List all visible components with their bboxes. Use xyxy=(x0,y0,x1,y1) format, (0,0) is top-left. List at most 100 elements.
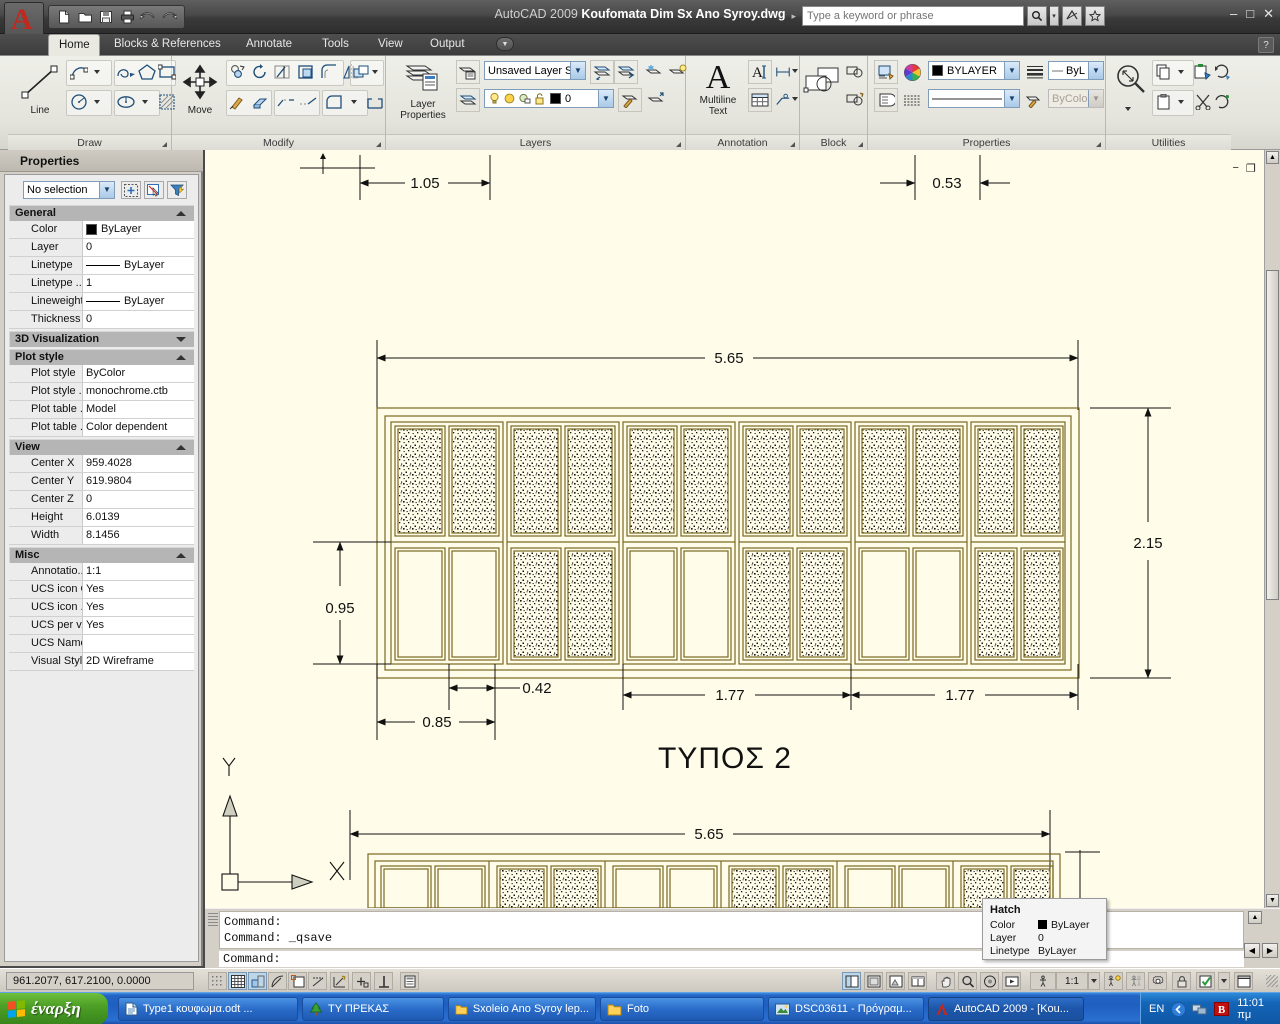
help-button[interactable]: ? xyxy=(1258,37,1274,53)
panel-draw-expand-arrow[interactable] xyxy=(157,142,167,147)
property-row-center-x[interactable]: Center X 959.4028 xyxy=(9,455,194,473)
panel-block-expand-arrow[interactable] xyxy=(853,142,863,147)
erase-icon[interactable] xyxy=(249,91,271,113)
object-snap-toggle[interactable] xyxy=(288,972,307,990)
property-row-plot-table-type[interactable]: Plot table ... Color dependent xyxy=(9,419,194,437)
property-row-height[interactable]: Height 6.0139 xyxy=(9,509,194,527)
panel-layers-expand-arrow[interactable] xyxy=(671,142,681,147)
copy-clip-icon[interactable] xyxy=(1153,61,1175,83)
minimize-button[interactable]: – xyxy=(1230,7,1237,20)
break-icon[interactable] xyxy=(275,91,297,113)
properties-match-icon[interactable] xyxy=(874,60,898,84)
scroll-up-arrow-icon[interactable]: ▲ xyxy=(1248,911,1262,924)
quick-view-drawings-button[interactable] xyxy=(886,972,905,990)
search-icon[interactable] xyxy=(1027,6,1047,26)
layer-make-current-icon[interactable] xyxy=(614,60,638,84)
property-row-plot-table-attached[interactable]: Plot table ... Model xyxy=(9,401,194,419)
insert-block-button[interactable] xyxy=(802,64,846,103)
command-line-grip[interactable] xyxy=(208,913,218,927)
property-value[interactable] xyxy=(83,635,194,652)
model-layout-button[interactable] xyxy=(842,972,861,990)
taskbar-item-0[interactable]: Type1 κουφωμα.odt ... xyxy=(118,997,298,1021)
category-general[interactable]: General xyxy=(9,205,194,221)
table-icon[interactable] xyxy=(748,88,772,112)
properties-list-icon[interactable] xyxy=(874,88,898,112)
copy-icon[interactable] xyxy=(227,61,249,83)
property-value[interactable]: 0 xyxy=(83,311,194,328)
quick-select-button[interactable] xyxy=(121,181,141,199)
property-row-linetype[interactable]: Linetype ByLayer xyxy=(9,257,194,275)
paste-special-icon[interactable] xyxy=(1212,91,1234,113)
layer-name-combo[interactable]: 0 ▼ xyxy=(484,89,614,108)
scroll-up-arrow-icon[interactable]: ▲ xyxy=(1266,151,1279,164)
lineweight-toggle[interactable] xyxy=(374,972,393,990)
property-value[interactable]: ByLayer xyxy=(83,257,194,274)
circle-chevron-down-icon[interactable] xyxy=(90,91,104,113)
search-input[interactable] xyxy=(802,6,1024,26)
scrollbar-thumb[interactable] xyxy=(1266,270,1279,600)
ribbon-overflow-chevron-down-icon[interactable]: ▼ xyxy=(496,37,514,51)
dynamic-input-toggle[interactable] xyxy=(352,972,371,990)
multileader-chevron-down-icon[interactable] xyxy=(790,88,800,110)
property-value[interactable]: 1:1 xyxy=(83,563,194,580)
select-objects-button[interactable] xyxy=(144,181,164,199)
clipboard-icon[interactable] xyxy=(1153,91,1175,113)
category-plot-style[interactable]: Plot style xyxy=(9,349,194,365)
layout-tabs-button[interactable] xyxy=(908,972,927,990)
property-row-linetype-scale[interactable]: Linetype ... 1 xyxy=(9,275,194,293)
annotation-scale-value[interactable]: 1:1 xyxy=(1056,972,1088,990)
ortho-mode-toggle[interactable] xyxy=(248,972,267,990)
quick-view-layouts-button[interactable] xyxy=(864,972,883,990)
match-properties-icon[interactable] xyxy=(227,91,249,113)
property-value[interactable]: 8.1456 xyxy=(83,527,194,544)
taskbar-item-1[interactable]: ΤΥ ΠΡΕΚΑΣ xyxy=(302,997,444,1021)
tab-annotate[interactable]: Annotate xyxy=(236,34,302,56)
line-button[interactable]: Line xyxy=(16,62,64,116)
create-block-icon[interactable] xyxy=(844,61,866,83)
panel-annotation-expand-arrow[interactable] xyxy=(785,142,795,147)
tab-blocks-references[interactable]: Blocks & References xyxy=(104,34,231,56)
drawing-status-bar-icon[interactable] xyxy=(1196,972,1215,990)
layer-match-icon[interactable] xyxy=(618,88,642,112)
circle-icon[interactable] xyxy=(68,91,90,113)
property-value[interactable]: Yes xyxy=(83,599,194,616)
property-value[interactable]: Yes xyxy=(83,617,194,634)
taskbar-item-3[interactable]: Foto xyxy=(600,997,764,1021)
tab-home[interactable]: Home xyxy=(48,34,100,57)
infer-constraints-toggle[interactable] xyxy=(208,972,227,990)
multiline-text-button[interactable]: A Multiline Text xyxy=(690,58,746,117)
auto-scale-toggle[interactable] xyxy=(1126,972,1145,990)
property-value[interactable]: 959.4028 xyxy=(83,455,194,472)
property-value[interactable]: 0 xyxy=(83,239,194,256)
move-button[interactable]: Move xyxy=(176,62,224,116)
edit-block-icon[interactable] xyxy=(844,89,866,111)
property-row-color[interactable]: Color ByLayer xyxy=(9,221,194,239)
rotate-icon[interactable] xyxy=(249,61,271,83)
language-indicator[interactable]: EN xyxy=(1149,1003,1164,1015)
dimension-chevron-down-icon[interactable] xyxy=(790,60,800,82)
property-value[interactable]: ByLayer xyxy=(83,293,194,310)
resize-grip[interactable] xyxy=(1266,975,1278,987)
property-row-center-y[interactable]: Center Y 619.9804 xyxy=(9,473,194,491)
taskbar-item-4[interactable]: DSC03611 - Πρόγραμ... xyxy=(768,997,924,1021)
category-view[interactable]: View xyxy=(9,439,194,455)
grid-display-toggle[interactable] xyxy=(228,972,247,990)
clock[interactable]: 11:01 πμ xyxy=(1237,997,1280,1021)
scroll-down-arrow-icon[interactable]: ▼ xyxy=(1266,894,1279,907)
property-value[interactable]: Yes xyxy=(83,581,194,598)
property-row-layer[interactable]: Layer 0 xyxy=(9,239,194,257)
tab-tools[interactable]: Tools xyxy=(312,34,359,56)
category-3d-visualization[interactable]: 3D Visualization xyxy=(9,331,194,347)
property-value[interactable]: ByLayer xyxy=(83,221,194,238)
trim-icon[interactable] xyxy=(271,61,293,83)
chevron-down-icon[interactable]: ▼ xyxy=(1004,62,1019,79)
save-file-icon[interactable] xyxy=(97,8,115,26)
tab-view[interactable]: View xyxy=(368,34,413,56)
taskbar-item-5[interactable]: AutoCAD 2009 - [Kou... xyxy=(928,997,1084,1021)
property-value[interactable]: 2D Wireframe xyxy=(83,653,194,670)
viewport-restore-button[interactable]: ❐ xyxy=(1246,162,1256,175)
property-row-center-z[interactable]: Center Z 0 xyxy=(9,491,194,509)
selection-combo[interactable]: No selection ▼ xyxy=(23,181,115,199)
show-hidden-icon[interactable] xyxy=(1170,1001,1186,1017)
undo-icon[interactable] xyxy=(139,8,157,26)
